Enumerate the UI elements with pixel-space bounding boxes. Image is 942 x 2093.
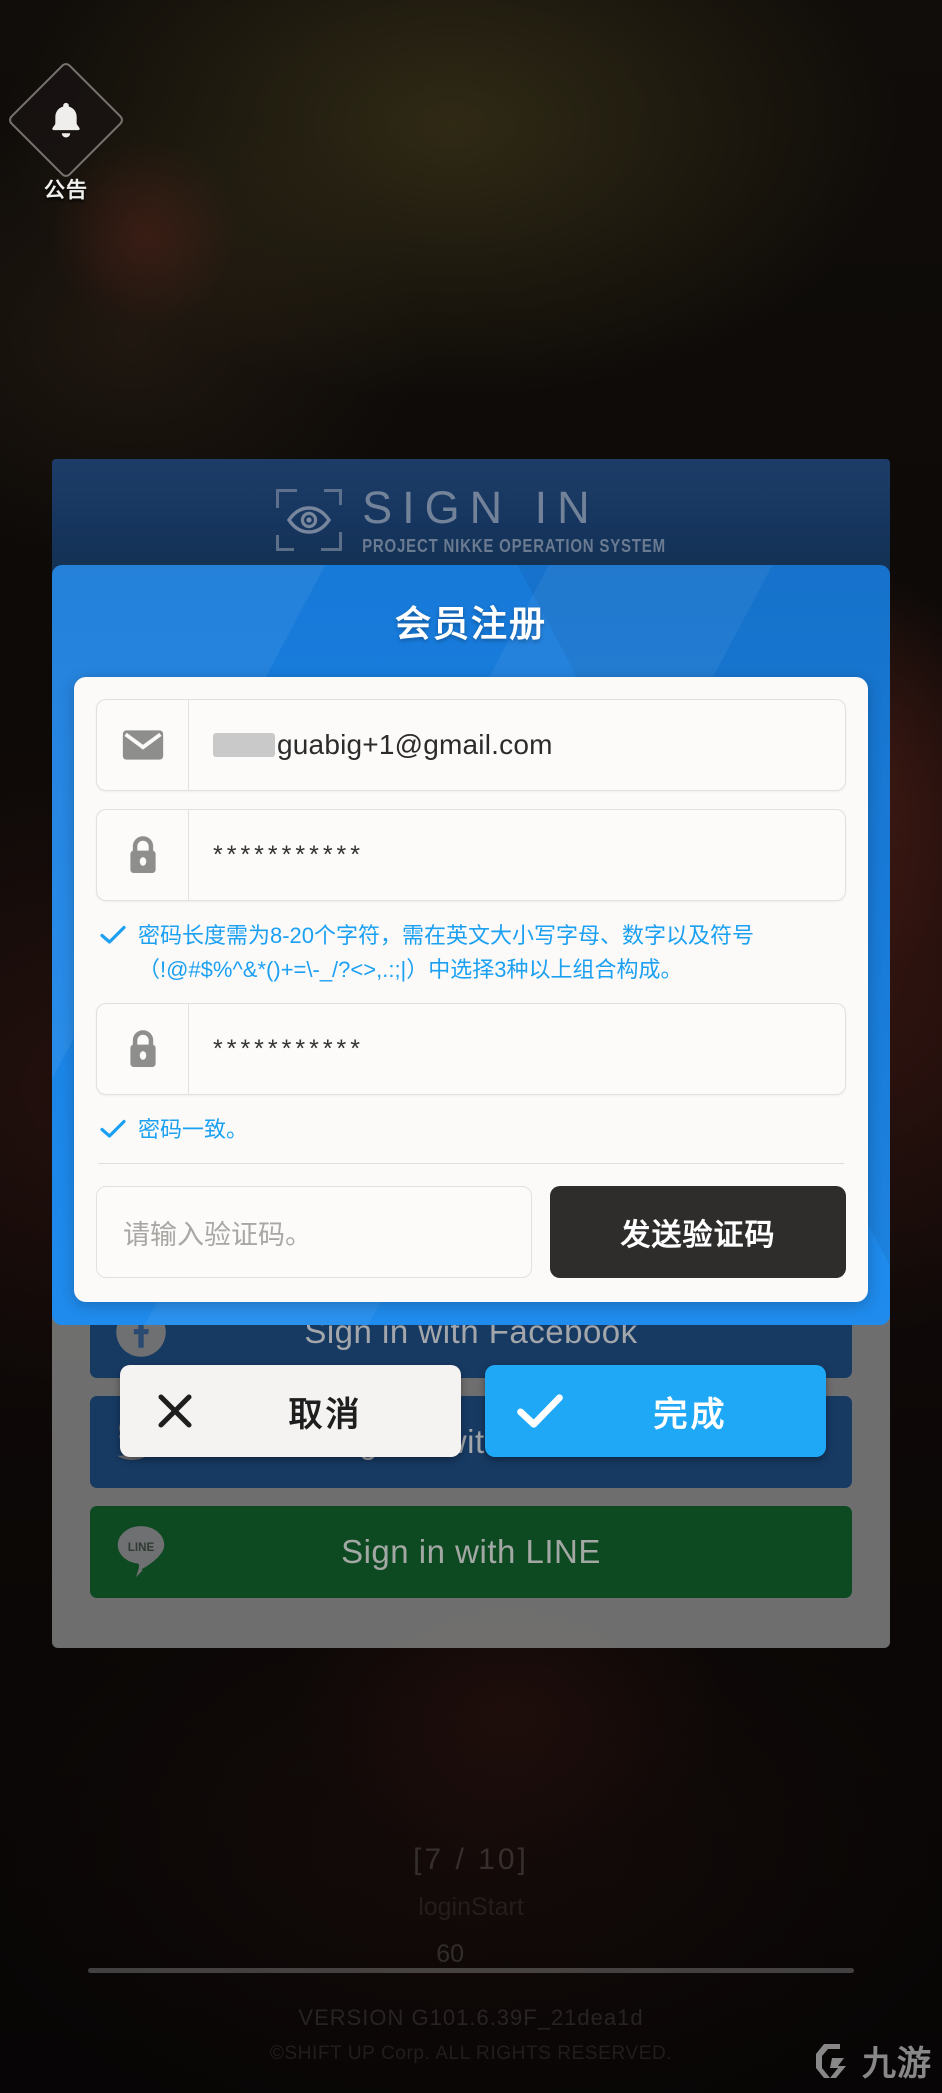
modal-body: 会员注册 guabig+1@gmail.com *********** 密码长度… [52,565,890,1325]
email-field[interactable]: guabig+1@gmail.com [96,699,846,791]
notice-button[interactable]: 公告 [6,60,126,218]
fps-counter: 60 [436,1940,464,1968]
jiuyou-logo-icon [816,2043,846,2078]
registration-form: guabig+1@gmail.com *********** 密码长度需为8-2… [74,677,868,1303]
check-icon [485,1393,595,1429]
mail-icon [97,700,189,790]
confirm-label: 完成 [653,1395,728,1434]
lock-icon [97,1004,189,1095]
svg-text:LINE: LINE [128,1541,155,1554]
line-icon: LINE [112,1523,170,1581]
sign-in-line-button[interactable]: LINE Sign in with LINE [90,1506,852,1598]
scene-name: loginStart [418,1893,524,1921]
email-value: guabig+1@gmail.com [189,700,845,790]
sign-in-subtitle: PROJECT NIKKE OPERATION SYSTEM [362,535,666,558]
check-icon [100,1120,126,1138]
verification-code-row: 请输入验证码。 发送验证码 [96,1186,846,1279]
confirm-password-field[interactable]: *********** [96,1003,846,1096]
notice-diamond-frame [6,60,126,180]
eye-target-icon [276,489,343,551]
copyright-label: ©SHIFT UP Corp. ALL RIGHTS RESERVED. [269,2043,673,2064]
email-text: guabig+1@gmail.com [277,729,553,760]
page-indicator: [7 / 10] [413,1843,529,1876]
confirm-button[interactable]: 完成 [485,1365,826,1457]
check-icon [100,925,126,944]
sign-in-title: SIGN IN [362,482,600,533]
bell-icon [52,102,80,138]
email-redaction [213,733,275,757]
password-rule-text: 密码长度需为8-20个字符，需在英文大小写字母、数字以及符号（!@#$%^&*(… [138,923,755,983]
loading-progress-bar [88,1968,854,1973]
modal-title: 会员注册 [394,603,547,644]
lock-icon [97,810,189,900]
version-label: VERSION G101.6.39F_21dea1d [298,2005,644,2030]
sign-in-header: SIGN IN PROJECT NIKKE OPERATION SYSTEM [52,459,890,581]
password-rule-hint: 密码长度需为8-20个字符，需在英文大小写字母、数字以及符号（!@#$%^&*(… [100,919,846,987]
modal-actions: 取消 完成 [120,1365,826,1457]
confirm-password-value: *********** [213,1034,365,1063]
sign-in-line-label: Sign in with LINE [341,1533,601,1570]
send-verification-code-button[interactable]: 发送验证码 [550,1186,846,1279]
cancel-button[interactable]: 取消 [120,1365,461,1457]
notice-label: 公告 [44,179,88,202]
form-divider [98,1163,844,1165]
registration-modal: SIGN IN PROJECT NIKKE OPERATION SYSTEM 会… [52,459,890,1339]
watermark-text: 九游 [862,2045,932,2083]
verification-code-input[interactable]: 请输入验证码。 [96,1186,532,1279]
watermark: 九游 [810,2036,932,2085]
password-value: *********** [213,840,365,869]
password-match-text: 密码一致。 [138,1117,249,1143]
password-field[interactable]: *********** [96,809,846,901]
cancel-label: 取消 [288,1395,363,1434]
close-icon [120,1390,230,1432]
password-match-hint: 密码一致。 [100,1113,846,1147]
